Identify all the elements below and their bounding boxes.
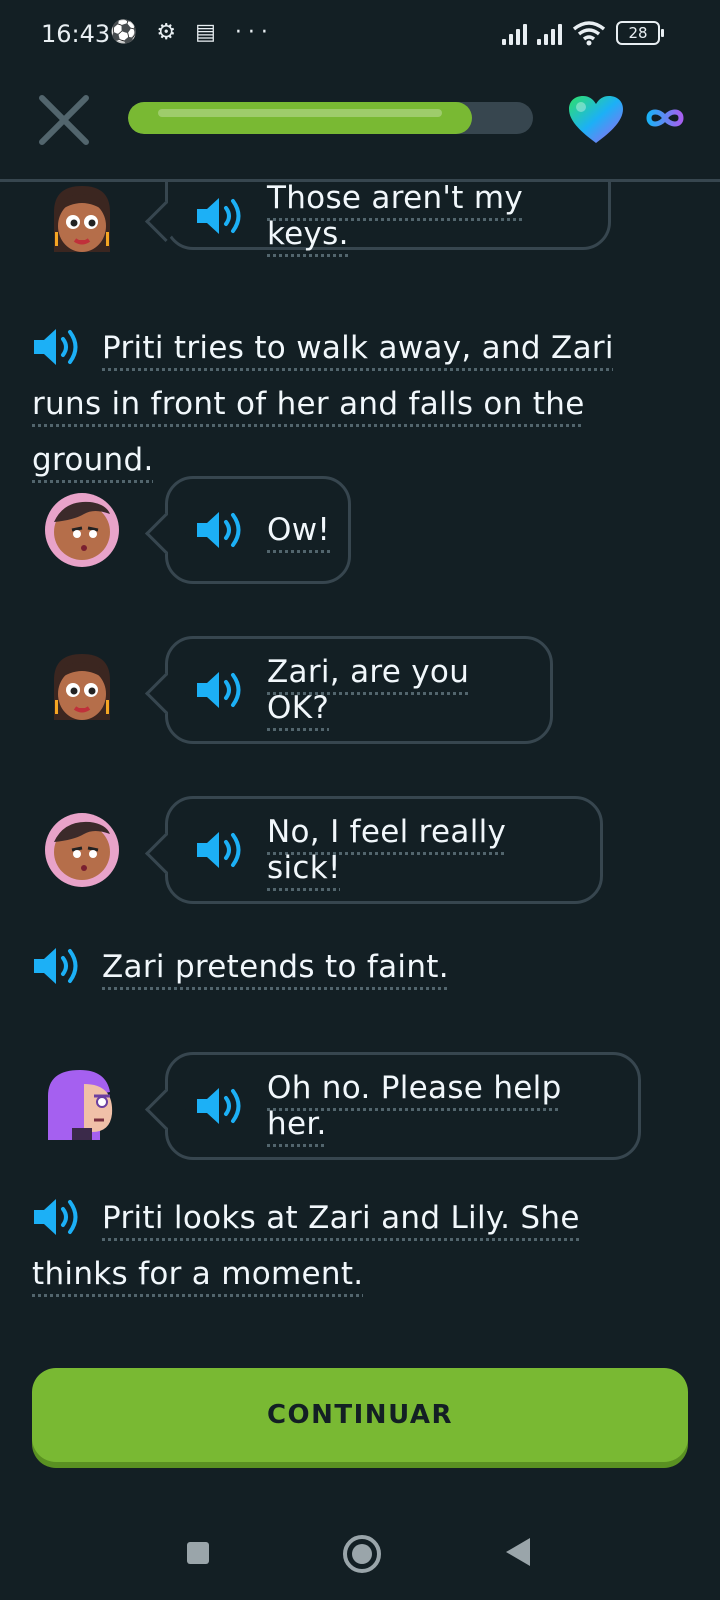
- speaker-icon[interactable]: [195, 196, 247, 236]
- system-nav-bar: [0, 1500, 720, 1600]
- progress-fill: [128, 102, 473, 134]
- heart-icon[interactable]: [567, 95, 625, 145]
- speaker-icon[interactable]: [32, 327, 84, 367]
- status-bar: 16:43 ⚽ ⚙ ▤ ··· 28: [0, 0, 720, 70]
- back-button[interactable]: [506, 1538, 530, 1566]
- signal-icon: [502, 21, 527, 45]
- dialogue-text[interactable]: Ow!: [267, 512, 330, 548]
- status-time: 16:43: [41, 20, 111, 48]
- status-notification-icons: ⚽ ⚙ ▤ ···: [110, 20, 274, 45]
- infinity-icon: [646, 109, 684, 127]
- lesson-header: [0, 70, 720, 182]
- battery-icon: 28: [616, 21, 664, 45]
- speech-bubble: Ow!: [144, 476, 351, 584]
- narration: Priti tries to walk away, and Zari runs …: [32, 320, 672, 488]
- speaker-icon[interactable]: [32, 946, 84, 986]
- priti-avatar: [54, 186, 110, 252]
- zari-avatar: [45, 493, 119, 567]
- speaker-icon[interactable]: [195, 830, 247, 870]
- dialogue-text[interactable]: No, I feel really sick!: [267, 814, 572, 886]
- zari-avatar: [45, 813, 119, 887]
- dialogue-text[interactable]: Zari, are you OK?: [267, 654, 522, 726]
- story-content: Those aren't my keys. Priti tries to wal…: [0, 182, 720, 1322]
- lesson-progress-bar: [128, 102, 533, 134]
- speaker-icon[interactable]: [195, 670, 247, 710]
- continue-button[interactable]: CONTINUAR: [32, 1368, 688, 1462]
- speaker-icon[interactable]: [195, 510, 247, 550]
- home-button[interactable]: [343, 1535, 381, 1573]
- recent-apps-button[interactable]: [187, 1542, 209, 1564]
- speaker-icon[interactable]: [195, 1086, 247, 1126]
- speech-bubble: Those aren't my keys.: [144, 182, 611, 252]
- narration-text[interactable]: Priti tries to walk away, and Zari runs …: [32, 330, 614, 478]
- priti-avatar: [54, 654, 110, 720]
- signal-icon: [537, 21, 562, 45]
- speech-bubble: Oh no. Please help her.: [144, 1052, 641, 1160]
- speech-bubble: No, I feel really sick!: [144, 796, 603, 904]
- narration: Zari pretends to faint.: [32, 939, 672, 995]
- dialogue-text[interactable]: Those aren't my keys.: [267, 182, 580, 252]
- speech-bubble: Zari, are you OK?: [144, 636, 553, 744]
- dialogue-text[interactable]: Oh no. Please help her.: [267, 1070, 610, 1142]
- narration: Priti looks at Zari and Lily. She thinks…: [32, 1190, 672, 1302]
- narration-text[interactable]: Priti looks at Zari and Lily. She thinks…: [32, 1200, 580, 1292]
- lily-avatar: [48, 1070, 113, 1140]
- close-icon[interactable]: [36, 92, 92, 148]
- narration-text[interactable]: Zari pretends to faint.: [102, 949, 449, 985]
- speaker-icon[interactable]: [32, 1197, 84, 1237]
- status-right: 28: [502, 20, 664, 46]
- wifi-icon: [572, 21, 606, 46]
